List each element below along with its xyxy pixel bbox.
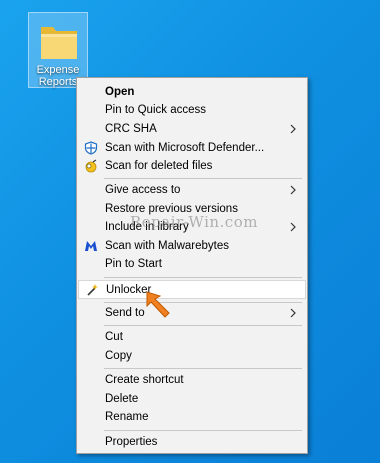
menu-separator [104, 325, 302, 326]
menu-item-give-access[interactable]: Give access to [78, 181, 306, 199]
menu-item-unlocker[interactable]: Unlocker [78, 280, 306, 299]
menu-item-label: Send to [105, 307, 145, 319]
menu-separator [104, 302, 302, 303]
menu-item-label: Rename [105, 411, 149, 423]
menu-item-label: Give access to [105, 184, 181, 196]
menu-item-label: Scan for deleted files [105, 160, 213, 172]
defender-shield-icon [84, 141, 98, 155]
menu-item-label: Properties [105, 436, 158, 448]
menu-item-rename[interactable]: Rename [78, 408, 306, 426]
chevron-right-icon [290, 185, 296, 195]
watermark-text: Repair-Win.com [130, 213, 258, 231]
menu-item-crc-sha[interactable]: CRC SHA [78, 120, 306, 138]
menu-item-scan-deleted[interactable]: Scan for deleted files [78, 157, 306, 175]
menu-item-label: Copy [105, 350, 132, 362]
menu-item-send-to[interactable]: Send to [78, 304, 306, 322]
recovery-tool-icon [85, 159, 97, 173]
magic-wand-icon [87, 284, 98, 296]
menu-item-label: Open [105, 86, 135, 98]
menu-separator [104, 430, 302, 431]
arrow-pointer-icon [146, 291, 170, 318]
chevron-right-icon [290, 124, 296, 134]
chevron-right-icon [290, 222, 296, 232]
menu-item-scan-malwarebytes[interactable]: Scan with Malwarebytes [78, 237, 306, 255]
menu-item-open[interactable]: Open [78, 83, 306, 101]
menu-item-label: Scan with Microsoft Defender... [105, 142, 265, 154]
menu-item-properties[interactable]: Properties [78, 433, 306, 451]
menu-separator [104, 277, 302, 278]
menu-item-scan-defender[interactable]: Scan with Microsoft Defender... [78, 139, 306, 157]
menu-item-copy[interactable]: Copy [78, 347, 306, 365]
menu-item-create-shortcut[interactable]: Create shortcut [78, 371, 306, 389]
menu-item-cut[interactable]: Cut [78, 328, 306, 346]
menu-item-label: Pin to Start [105, 258, 162, 270]
menu-item-label: Pin to Quick access [105, 104, 206, 116]
folder-icon [41, 27, 77, 59]
menu-item-pin-start[interactable]: Pin to Start [78, 255, 306, 273]
menu-item-delete[interactable]: Delete [78, 390, 306, 408]
menu-item-label: Delete [105, 393, 139, 405]
context-menu: Open Pin to Quick access CRC SHA Scan wi… [76, 77, 308, 454]
menu-item-label: CRC SHA [105, 123, 157, 135]
menu-item-pin-quick-access[interactable]: Pin to Quick access [78, 101, 306, 119]
menu-separator [104, 368, 302, 369]
menu-separator [104, 178, 302, 179]
menu-item-label: Create shortcut [105, 374, 184, 386]
chevron-right-icon [290, 308, 296, 318]
menu-item-label: Cut [105, 331, 123, 343]
malwarebytes-icon [85, 241, 97, 251]
menu-item-label: Scan with Malwarebytes [105, 240, 229, 252]
